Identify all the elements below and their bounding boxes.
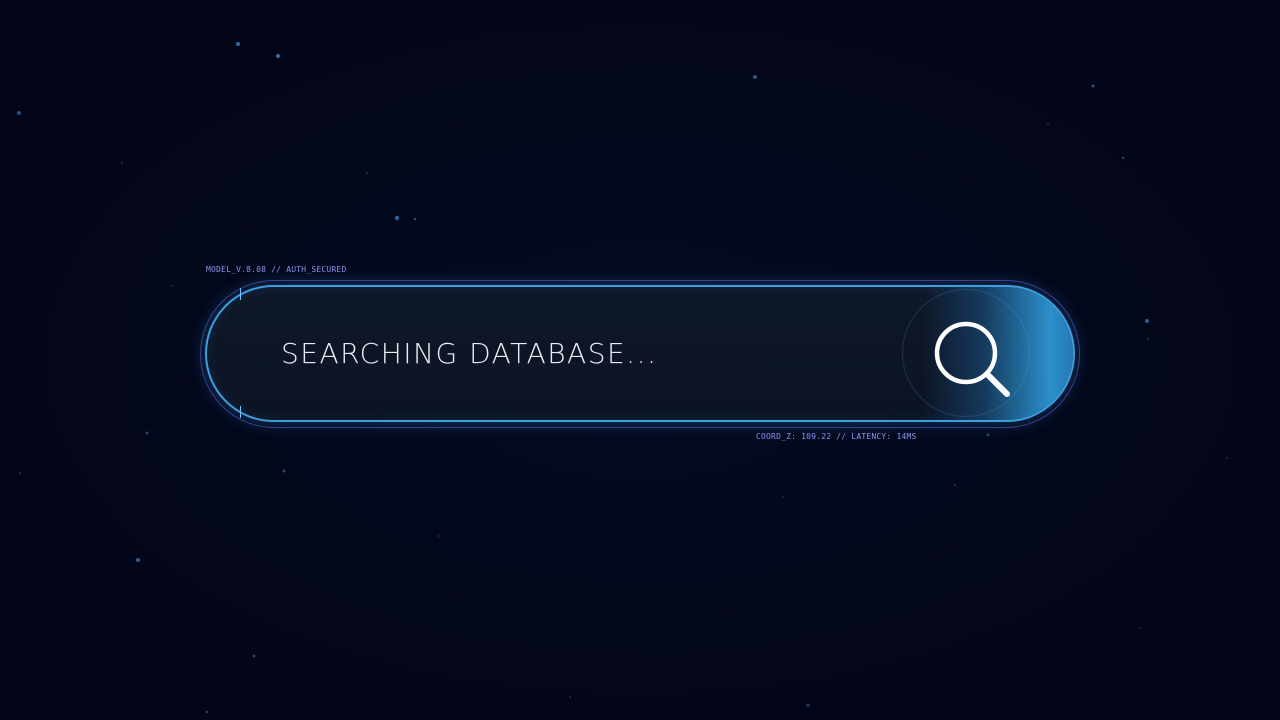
particle: [986, 433, 990, 437]
particle: [1139, 627, 1141, 629]
particle: [1121, 156, 1125, 160]
particle: [954, 484, 956, 486]
particle: [487, 35, 489, 37]
particle: [438, 535, 440, 537]
model-version-label: MODEL_V.8.08 // AUTH_SECURED: [206, 265, 347, 274]
particle: [205, 710, 209, 714]
loading-screen: MODEL_V.8.08 // AUTH_SECURED SEARCHING D…: [0, 0, 1280, 720]
particle: [1145, 319, 1149, 323]
particle: [171, 285, 173, 287]
particle: [569, 696, 571, 698]
particle: [366, 172, 368, 174]
particle: [1147, 338, 1149, 340]
particle: [806, 703, 810, 707]
particle: [145, 431, 149, 435]
tick-mark-top: [240, 288, 241, 300]
coordinates-latency-label: COORD_Z: 109.22 // LATENCY: 14MS: [756, 432, 917, 441]
particle: [1226, 457, 1228, 459]
search-button[interactable]: [902, 289, 1030, 417]
particle: [276, 54, 280, 58]
particle: [657, 639, 659, 641]
particle: [413, 217, 417, 221]
particle: [782, 496, 784, 498]
particle: [394, 215, 400, 221]
tick-mark-bottom: [240, 406, 241, 418]
particle: [136, 558, 140, 562]
particle: [121, 162, 123, 164]
particle: [753, 75, 757, 79]
particle: [252, 654, 256, 658]
particle: [236, 42, 240, 46]
search-icon: [934, 321, 1010, 397]
particle: [1047, 123, 1049, 125]
particle: [19, 472, 21, 474]
particle: [282, 469, 286, 473]
particle: [1091, 84, 1095, 88]
search-status-text: SEARCHING DATABASE...: [281, 337, 658, 370]
particle: [17, 111, 21, 115]
